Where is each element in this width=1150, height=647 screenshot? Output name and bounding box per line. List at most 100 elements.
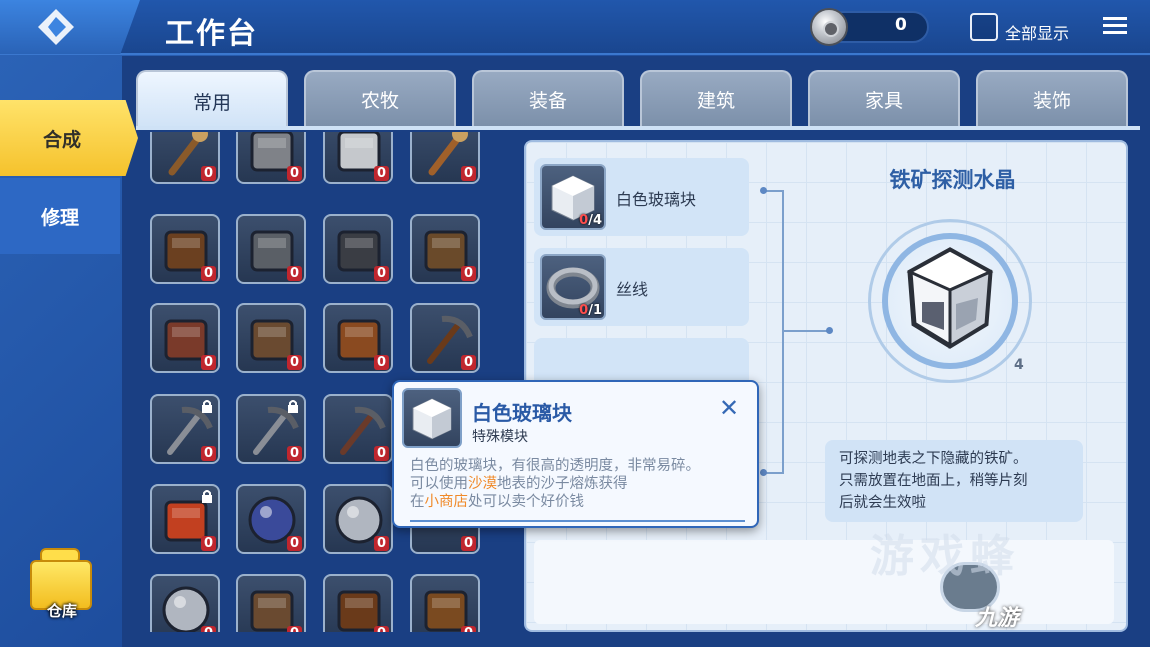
item-slot[interactable]: 0 — [150, 214, 220, 284]
item-count: 0 — [373, 355, 389, 370]
item-count: 0 — [460, 626, 476, 632]
description-line: 可探测地表之下隐藏的铁矿。 — [839, 451, 1028, 467]
connector-line — [782, 190, 784, 474]
item-count: 0 — [286, 536, 302, 551]
coin-value: 0 — [895, 15, 907, 35]
string-coil-icon: 0/1 — [540, 254, 606, 320]
watermark: 九游 — [975, 606, 1020, 631]
item-slot[interactable]: 0 — [236, 214, 306, 284]
item-slot[interactable]: 0 — [150, 484, 220, 554]
material-name: 白色玻璃块 — [616, 190, 697, 209]
material-row[interactable]: 0/1 丝线 — [534, 248, 749, 326]
glass-block-icon — [402, 388, 462, 448]
item-slot[interactable]: 0 — [236, 132, 306, 184]
item-count: 0 — [286, 355, 302, 370]
item-slot[interactable]: 0 — [236, 394, 306, 464]
tooltip-highlight: 小商店 — [424, 494, 469, 510]
tab-underline — [136, 126, 1140, 130]
tab-farming[interactable]: 农牧 — [304, 70, 456, 126]
item-slot[interactable]: 0 — [323, 484, 393, 554]
menu-icon[interactable] — [1103, 16, 1127, 36]
item-count: 0 — [460, 266, 476, 281]
tab-decoration[interactable]: 装饰 — [976, 70, 1128, 126]
item-count: 0 — [200, 266, 216, 281]
close-icon[interactable]: ✕ — [719, 394, 739, 422]
back-button[interactable] — [0, 0, 140, 54]
item-slot[interactable]: 0 — [323, 132, 393, 184]
item-count: 0 — [200, 536, 216, 551]
connector-line — [764, 190, 784, 192]
item-slot[interactable]: 0 — [236, 303, 306, 373]
item-count: 0 — [373, 446, 389, 461]
item-count: 0 — [286, 626, 302, 632]
item-slot[interactable]: 0 — [410, 574, 480, 632]
result-title: 铁矿探测水晶 — [889, 168, 1016, 192]
item-count: 0 — [373, 536, 389, 551]
item-count: 0 — [373, 266, 389, 281]
item-count: 0 — [286, 166, 302, 181]
glass-jar-icon — [162, 586, 210, 632]
bed-icon — [250, 590, 294, 632]
material-need: /1 — [588, 303, 602, 318]
tab-equipment[interactable]: 装备 — [472, 70, 624, 126]
tab-furniture[interactable]: 家具 — [808, 70, 960, 126]
item-count: 0 — [460, 166, 476, 181]
warehouse-button[interactable]: 仓库 — [26, 548, 98, 628]
item-slot[interactable]: 0 — [323, 303, 393, 373]
connector-dot — [826, 327, 833, 334]
tooltip-highlight: 沙漠 — [468, 476, 497, 492]
back-arrow-icon — [38, 9, 74, 45]
material-have: 0 — [579, 213, 589, 228]
item-slot[interactable]: 0 — [236, 574, 306, 632]
item-count: 0 — [200, 446, 216, 461]
description-line: 只需放置在地面上，稍等片刻 — [839, 473, 1028, 489]
item-count: 0 — [460, 355, 476, 370]
lock-icon — [286, 398, 300, 413]
warehouse-label: 仓库 — [46, 602, 77, 620]
material-row[interactable]: 0/4 白色玻璃块 — [534, 158, 749, 236]
show-all-checkbox[interactable] — [970, 13, 998, 41]
item-slot[interactable]: 0 — [410, 214, 480, 284]
item-slot[interactable]: 0 — [323, 214, 393, 284]
connector-dot — [760, 469, 767, 476]
craft-bar — [534, 540, 1114, 624]
tooltip-description: 白色的玻璃块，有很高的透明度，非常易碎。 可以使用沙漠地表的沙子熔炼获得 在小商… — [410, 457, 700, 511]
item-slot[interactable]: 0 — [150, 132, 220, 184]
material-name: 丝线 — [616, 280, 649, 299]
item-tooltip: 白色玻璃块 特殊模块 ✕ 白色的玻璃块，有很高的透明度，非常易碎。 可以使用沙漠… — [392, 380, 759, 528]
watermark-faded: 游戏蜂 — [870, 531, 1020, 582]
coin-icon — [810, 8, 848, 46]
connector-line — [764, 472, 784, 474]
tooltip-line: 白色的玻璃块，有很高的透明度，非常易碎。 — [410, 458, 700, 474]
lock-icon — [200, 488, 214, 503]
item-slot[interactable]: 0 — [150, 303, 220, 373]
item-count: 0 — [373, 626, 389, 632]
item-slot[interactable]: 0 — [410, 303, 480, 373]
show-all-label[interactable]: 全部显示 — [1005, 20, 1069, 44]
result-description: 可探测地表之下隐藏的铁矿。 只需放置在地面上，稍等片刻 后就会生效啦 — [825, 440, 1083, 522]
nav-synthesis[interactable]: 合成 — [0, 100, 138, 176]
tab-common[interactable]: 常用 — [136, 70, 288, 130]
material-need: /4 — [588, 213, 602, 228]
connector-line — [784, 330, 828, 332]
item-slot[interactable]: 0 — [323, 574, 393, 632]
door-icon — [337, 590, 381, 632]
item-count: 0 — [286, 266, 302, 281]
page-title: 工作台 — [165, 16, 259, 50]
tooltip-title: 白色玻璃块 — [472, 401, 572, 425]
nav-repair[interactable]: 修理 — [0, 178, 120, 254]
tooltip-text: 在 — [410, 494, 425, 510]
tab-building[interactable]: 建筑 — [640, 70, 792, 126]
item-count: 0 — [460, 536, 476, 551]
item-slot[interactable]: 0 — [236, 484, 306, 554]
item-slot[interactable]: 0 — [150, 394, 220, 464]
item-slot[interactable]: 0 — [150, 574, 220, 632]
item-slot[interactable]: 0 — [410, 132, 480, 184]
item-count: 0 — [200, 166, 216, 181]
connector-dot — [760, 187, 767, 194]
tooltip-text: 可以使用 — [410, 476, 468, 492]
lock-icon — [200, 398, 214, 413]
item-slot[interactable]: 0 — [323, 394, 393, 464]
item-count: 0 — [373, 166, 389, 181]
tooltip-divider — [410, 520, 745, 522]
